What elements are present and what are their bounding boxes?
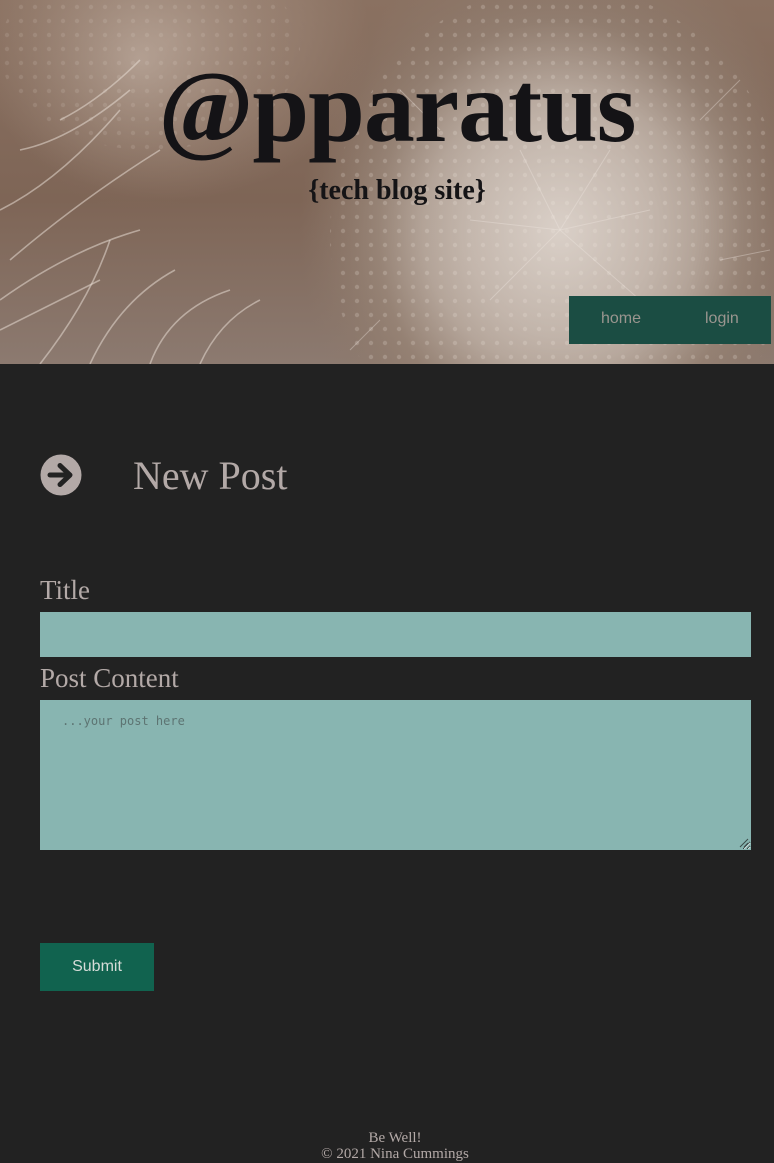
site-footer: Be Well! © 2021 Nina Cummings — [0, 1130, 774, 1162]
nav-home-link[interactable]: home — [601, 310, 641, 328]
arrow-circle-right-icon — [40, 454, 82, 496]
site-subtitle: {tech blog site} — [308, 175, 486, 206]
submit-button[interactable]: Submit — [40, 943, 154, 991]
post-content-label: Post Content — [40, 663, 179, 693]
title-label: Title — [40, 575, 91, 605]
site-header: @pparatus {tech blog site} home login — [0, 0, 774, 364]
post-content-textarea[interactable] — [40, 700, 751, 850]
page-title: New Post — [133, 453, 288, 498]
site-title: @pparatus — [158, 51, 637, 164]
footer-tagline: Be Well! — [368, 1130, 422, 1146]
footer-copyright: © 2021 Nina Cummings — [321, 1146, 469, 1162]
title-input[interactable] — [40, 612, 751, 657]
nav-login-link[interactable]: login — [705, 310, 739, 328]
main-nav: home login — [569, 296, 771, 344]
